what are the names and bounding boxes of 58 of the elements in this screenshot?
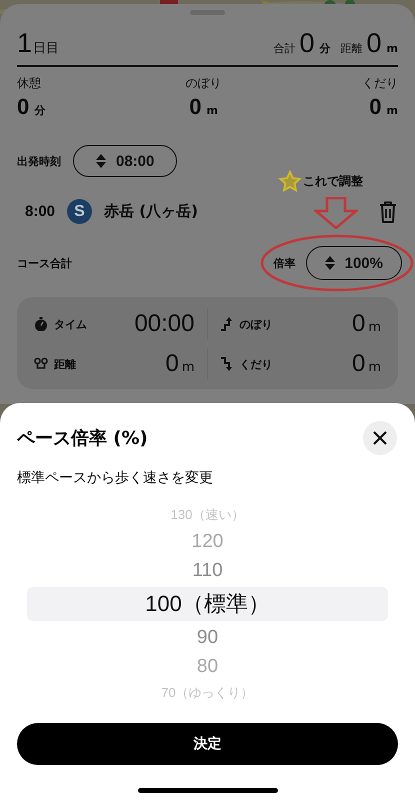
picker-option[interactable]: 70（ゆっくり） [27, 681, 388, 705]
stat-label: 休憩 [17, 75, 42, 91]
picker-option[interactable]: 120 [27, 527, 388, 556]
stat-unit: m [386, 104, 398, 117]
picker-option[interactable]: 110 [27, 556, 388, 585]
stat-unit: 分 [34, 103, 46, 118]
sheet-subtitle: 標準ペースから歩く速さを変更 [17, 469, 214, 487]
up-steps-icon [220, 317, 234, 331]
departure-label: 出発時刻 [17, 154, 61, 168]
waypoint-name[interactable]: 赤岳 (八ヶ岳) [104, 202, 198, 221]
picker-option[interactable]: 130（速い） [27, 503, 388, 527]
day-number: 1 [17, 27, 32, 59]
summary-label: のぼり [240, 316, 272, 332]
summary-value: 0 [352, 310, 366, 338]
start-badge: S [67, 199, 92, 224]
rate-button[interactable]: 100% [306, 246, 402, 280]
summary-label: タイム [54, 316, 87, 332]
waypoint-time: 8:00 [25, 203, 56, 220]
route-pins-icon [34, 357, 48, 371]
total-value: 0 [299, 27, 314, 59]
confirm-button[interactable]: 決定 [17, 723, 398, 765]
stat-label: くだり [362, 75, 398, 91]
summary-unit: m [368, 360, 381, 377]
down-steps-icon [220, 357, 234, 371]
stat-value: 0 [17, 93, 30, 121]
summary-label: くだり [240, 356, 272, 372]
stat-value: 0 [369, 93, 382, 121]
sort-icon [324, 256, 335, 270]
rate-label: 倍率 [274, 256, 296, 270]
summary-unit: m [368, 320, 381, 337]
distance-value: 0 [366, 27, 382, 59]
total-unit: 分 [320, 41, 330, 56]
stat-label: のぼり [186, 75, 222, 91]
star-icon [278, 170, 302, 193]
sort-icon [96, 154, 106, 168]
picker-option[interactable]: 100（標準） [27, 587, 388, 621]
distance-label: 距離 [340, 41, 362, 56]
distance-unit: m [386, 42, 398, 55]
sheet-title: ペース倍率 (%) [17, 427, 148, 450]
trash-icon [378, 200, 398, 222]
picker-option[interactable]: 80 [27, 652, 388, 681]
departure-time-button[interactable]: 08:00 [73, 145, 178, 177]
stat-value: 0 [189, 93, 202, 121]
picker-option[interactable]: 90 [27, 623, 388, 652]
summary-unit: m [182, 360, 194, 377]
course-total-label: コース合計 [17, 256, 72, 270]
down-arrow-icon [314, 197, 358, 229]
summary-label: 距離 [54, 356, 76, 372]
annotation-text: これで調整 [303, 173, 363, 190]
summary-value: 0 [352, 350, 366, 378]
close-icon [372, 430, 388, 446]
summary-value: 0 [165, 350, 179, 378]
summary-value: 00:00 [134, 310, 194, 338]
stat-unit: m [206, 104, 218, 117]
total-label: 合計 [273, 41, 296, 56]
day-unit: 日目 [33, 40, 60, 57]
close-button[interactable] [363, 421, 397, 455]
stopwatch-icon [34, 317, 48, 331]
